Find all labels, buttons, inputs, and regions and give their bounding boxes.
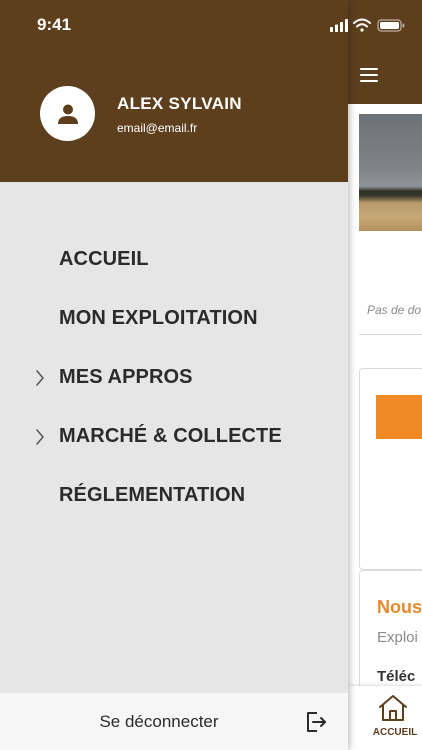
drawer-menu: ACCUEIL MON EXPLOITATION MES APPROS MARC… <box>0 230 348 525</box>
news-card-subtitle: Exploi <box>377 629 418 646</box>
divider <box>359 334 422 335</box>
news-card-download-link[interactable]: Téléc <box>377 668 415 685</box>
home-icon <box>379 695 407 721</box>
logout-button[interactable]: Se déconnecter <box>0 693 348 750</box>
menu-item-accueil[interactable]: ACCUEIL <box>0 230 348 289</box>
menu-item-marche-collecte[interactable]: MARCHÉ & COLLECTE <box>0 407 348 466</box>
tab-home[interactable]: ACCUEIL <box>348 686 422 750</box>
news-card-title: Nous <box>377 597 422 617</box>
menu-item-label: MARCHÉ & COLLECTE <box>59 425 282 447</box>
navigation-drawer: ALEX SYLVAIN email@email.fr ACCUEIL MON … <box>0 0 348 750</box>
menu-item-reglementation[interactable]: RÉGLEMENTATION <box>0 466 348 525</box>
empty-state-text: Pas de do <box>367 303 422 317</box>
orange-action-button[interactable] <box>376 395 422 439</box>
menu-item-label: ACCUEIL <box>59 248 149 270</box>
tab-home-label: ACCUEIL <box>372 727 418 738</box>
menu-item-label: MES APPROS <box>59 366 193 388</box>
hero-image <box>359 114 422 231</box>
content-card <box>359 368 422 570</box>
status-time: 9:41 <box>37 15 72 34</box>
menu-item-mon-exploitation[interactable]: MON EXPLOITATION <box>0 289 348 348</box>
page-top-bar <box>348 0 422 104</box>
hamburger-menu-icon[interactable] <box>360 68 378 82</box>
menu-item-mes-appros[interactable]: MES APPROS <box>0 348 348 407</box>
bottom-tab-bar: ACCUEIL <box>348 686 422 750</box>
menu-item-label: RÉGLEMENTATION <box>59 484 246 506</box>
avatar[interactable] <box>40 86 95 141</box>
user-email: email@email.fr <box>117 121 198 135</box>
chevron-right-icon <box>36 428 44 445</box>
chevron-right-icon <box>36 369 44 386</box>
main-page: Pas de do Nous Exploi Téléc ACCUEIL <box>348 0 422 750</box>
logout-label: Se déconnecter <box>99 711 219 731</box>
user-name: ALEX SYLVAIN <box>117 94 242 113</box>
menu-item-label: MON EXPLOITATION <box>59 307 258 329</box>
user-icon <box>57 104 78 124</box>
logout-icon <box>307 712 326 732</box>
